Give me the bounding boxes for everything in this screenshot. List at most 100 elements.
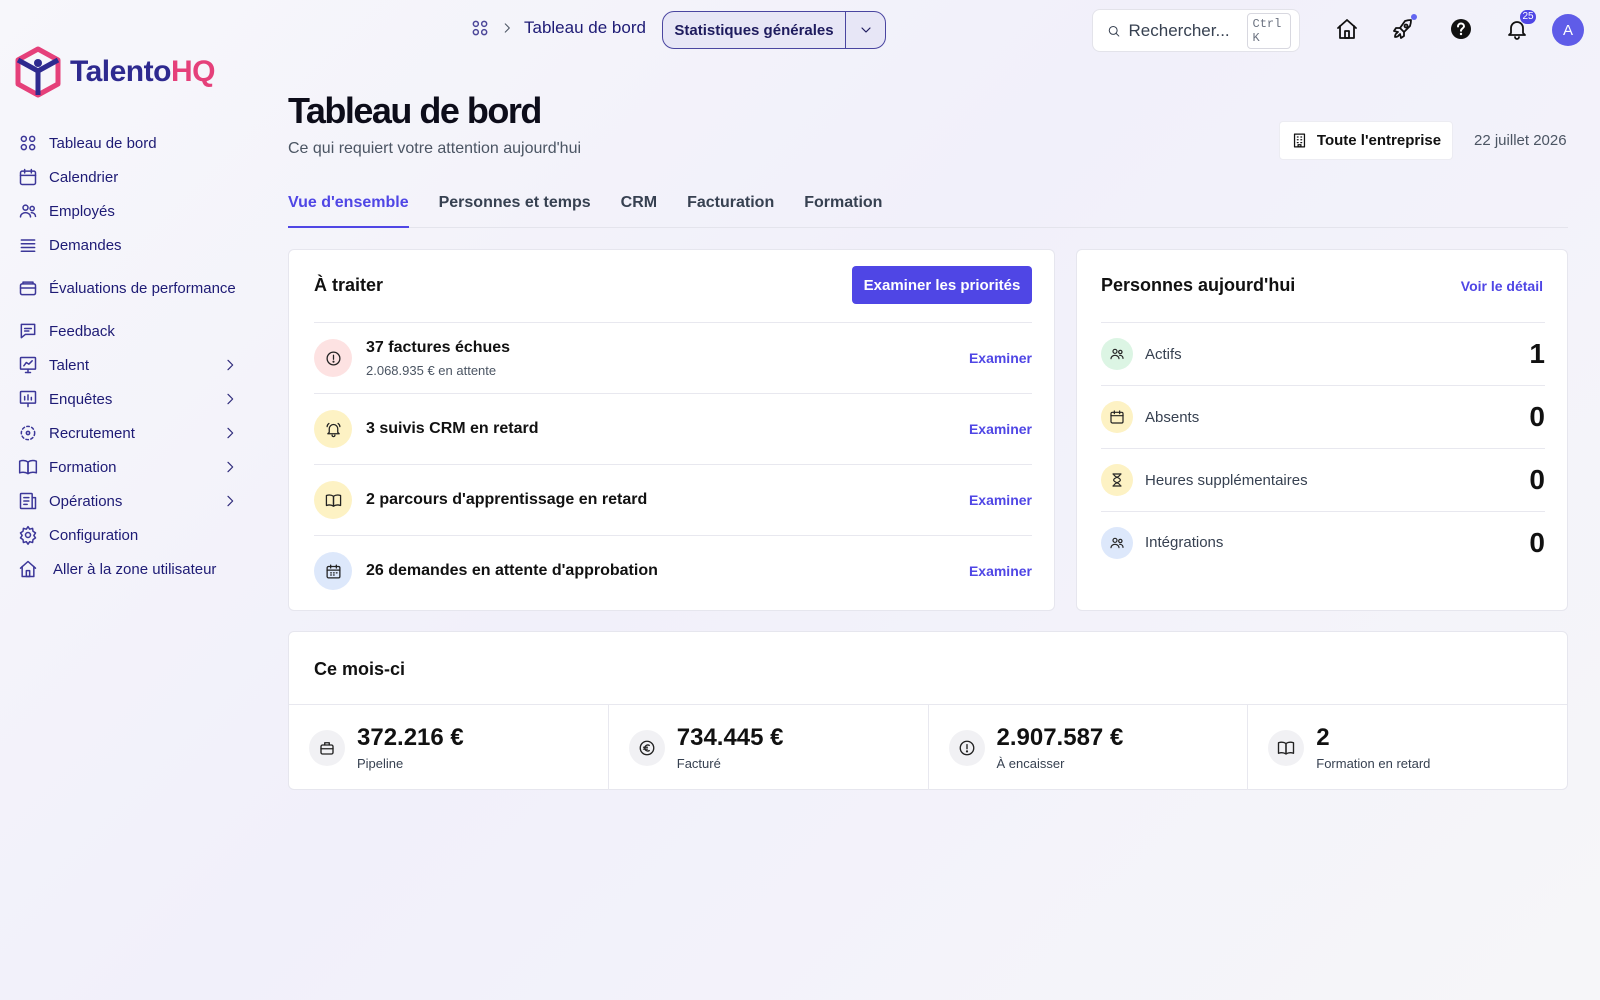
sidebar-item-label: Aller à la zone utilisateur — [53, 560, 217, 578]
view-selector: Statistiques générales — [662, 11, 886, 49]
users-icon — [19, 204, 37, 218]
kpi-label: Facturé — [676, 756, 721, 771]
sidebar-item-operations[interactable]: Opérations — [16, 484, 244, 518]
people-row-value: 0 — [1529, 401, 1545, 432]
list-icon — [20, 239, 36, 252]
alert-icon — [959, 740, 974, 755]
view-detail-link[interactable]: Voir le détail — [1461, 278, 1543, 294]
notifications-button[interactable]: 25 — [1502, 10, 1536, 44]
chevron-right-icon[interactable] — [222, 493, 238, 509]
review-link[interactable]: Examiner — [969, 492, 1032, 508]
brand-name: TalentoHQ — [70, 55, 215, 88]
notifications-badge: 25 — [1520, 10, 1536, 24]
sidebar-item-dashboard[interactable]: Tableau de bord — [16, 126, 244, 160]
sidebar-item-training[interactable]: Formation — [16, 450, 244, 484]
scope-selector[interactable]: Toute l'entreprise — [1279, 121, 1453, 160]
sidebar-item-talent[interactable]: Talent — [16, 348, 244, 382]
sidebar-item-employees[interactable]: Employés — [16, 194, 244, 228]
kpi-label: Pipeline — [357, 756, 404, 771]
people-row-overtime[interactable]: Heures supplémentaires 0 — [1101, 448, 1545, 511]
avatar[interactable]: A — [1552, 14, 1584, 46]
search-box: Ctrl K — [1092, 9, 1300, 52]
todo-icon-wrap — [314, 552, 352, 590]
gear-icon — [19, 525, 37, 545]
rocket-icon — [1393, 19, 1412, 39]
tab-crm[interactable]: CRM — [621, 188, 657, 228]
kpi-invoiced[interactable]: 734.445 € Facturé — [607, 705, 928, 790]
home-icon — [19, 560, 37, 578]
sidebar-item-label: Feedback — [49, 322, 115, 340]
view-selector-dropdown[interactable] — [845, 12, 885, 48]
sidebar-item-requests[interactable]: Demandes — [16, 228, 244, 262]
people-row-value: 0 — [1529, 526, 1545, 558]
sidebar-item-label: Tableau de bord — [49, 134, 157, 152]
dashboard-icon[interactable] — [470, 18, 490, 38]
breadcrumb: Tableau de bord — [470, 18, 646, 38]
kpi-icon-wrap — [948, 729, 985, 766]
tab-overview[interactable]: Vue d'ensemble — [288, 188, 409, 228]
page-subtitle: Ce qui requiert votre attention aujourd'… — [288, 140, 582, 157]
month-title: Ce mois-ci — [314, 659, 406, 679]
chevron-right-icon[interactable] — [222, 425, 238, 441]
people-row-label: Actifs — [1145, 345, 1182, 363]
calendar-icon — [19, 168, 37, 186]
kpi-icon-wrap — [1268, 729, 1305, 766]
survey-icon — [19, 390, 37, 408]
chevron-right-icon[interactable] — [222, 459, 238, 475]
review-link[interactable]: Examiner — [969, 350, 1032, 366]
sidebar-item-user-zone[interactable]: Aller à la zone utilisateur — [16, 552, 244, 586]
kpi-receivable[interactable]: 2.907.587 € À encaisser — [927, 705, 1248, 790]
kpi-value: 2.907.587 € — [996, 724, 1124, 751]
chart-icon — [19, 356, 37, 374]
sidebar-item-label: Opérations — [49, 492, 123, 510]
people-row-onboarding[interactable]: Intégrations 0 — [1101, 511, 1545, 573]
dashboard-icon — [20, 135, 36, 151]
review-link[interactable]: Examiner — [969, 421, 1032, 437]
breadcrumb-current[interactable]: Tableau de bord — [524, 18, 646, 38]
kpi-overdue-training[interactable]: 2 Formation en retard — [1247, 705, 1567, 790]
todo-item-overdue-invoices: 37 factures échues 2.068.935 € en attent… — [314, 322, 1032, 393]
people-icon-wrap — [1101, 338, 1133, 370]
tab-people-time[interactable]: Personnes et temps — [439, 188, 591, 228]
alert-icon — [325, 350, 341, 366]
people-row-active[interactable]: Actifs 1 — [1101, 322, 1545, 385]
briefcase-icon — [320, 741, 334, 755]
tab-bar: Vue d'ensemble Personnes et temps CRM Fa… — [288, 188, 1568, 228]
sidebar-item-surveys[interactable]: Enquêtes — [16, 382, 244, 416]
tab-training[interactable]: Formation — [804, 188, 882, 228]
tab-billing[interactable]: Facturation — [687, 188, 774, 228]
sidebar-item-label: Configuration — [49, 526, 139, 544]
search-input[interactable] — [1128, 20, 1239, 41]
calendar-icon — [1110, 410, 1124, 424]
review-link[interactable]: Examiner — [969, 563, 1032, 579]
home-button[interactable] — [1332, 14, 1362, 44]
view-selector-button[interactable]: Statistiques générales — [663, 12, 845, 48]
todo-item-learning-paths: 2 parcours d'apprentissage en retard Exa… — [314, 464, 1032, 535]
people-row-value: 1 — [1529, 338, 1545, 369]
message-icon — [20, 323, 36, 339]
review-priorities-button[interactable]: Examiner les priorités — [852, 266, 1032, 304]
todo-icon-wrap — [314, 481, 352, 519]
kpi-pipeline[interactable]: 372.216 € Pipeline — [289, 705, 608, 790]
launch-button[interactable] — [1388, 14, 1418, 44]
brand-logo[interactable]: TalentoHQ — [14, 46, 215, 98]
operations-icon — [19, 492, 37, 510]
sidebar-item-label: Recrutement — [49, 424, 135, 442]
people-row-absent[interactable]: Absents 0 — [1101, 385, 1545, 448]
sidebar-item-performance[interactable]: Évaluations de performance — [16, 262, 244, 314]
chevron-right-icon[interactable] — [222, 357, 238, 373]
sidebar-item-label: Calendrier — [49, 168, 119, 186]
sidebar-item-configuration[interactable]: Configuration — [16, 518, 244, 552]
help-button[interactable] — [1446, 14, 1476, 44]
sidebar-item-feedback[interactable]: Feedback — [16, 314, 244, 348]
sidebar-item-recruitment[interactable]: Recrutement — [16, 416, 244, 450]
kpi-icon-wrap — [309, 729, 345, 766]
sidebar-item-calendar[interactable]: Calendrier — [16, 160, 244, 194]
chevron-right-icon[interactable] — [222, 391, 238, 407]
search-icon — [1108, 25, 1120, 37]
sidebar-item-label: Demandes — [49, 236, 122, 254]
folder-icon — [19, 281, 37, 296]
people-list: Actifs 1 Absents 0 Heures supplémentaire… — [1101, 322, 1545, 573]
calendar-icon — [325, 563, 341, 579]
todo-icon-wrap — [314, 339, 352, 377]
